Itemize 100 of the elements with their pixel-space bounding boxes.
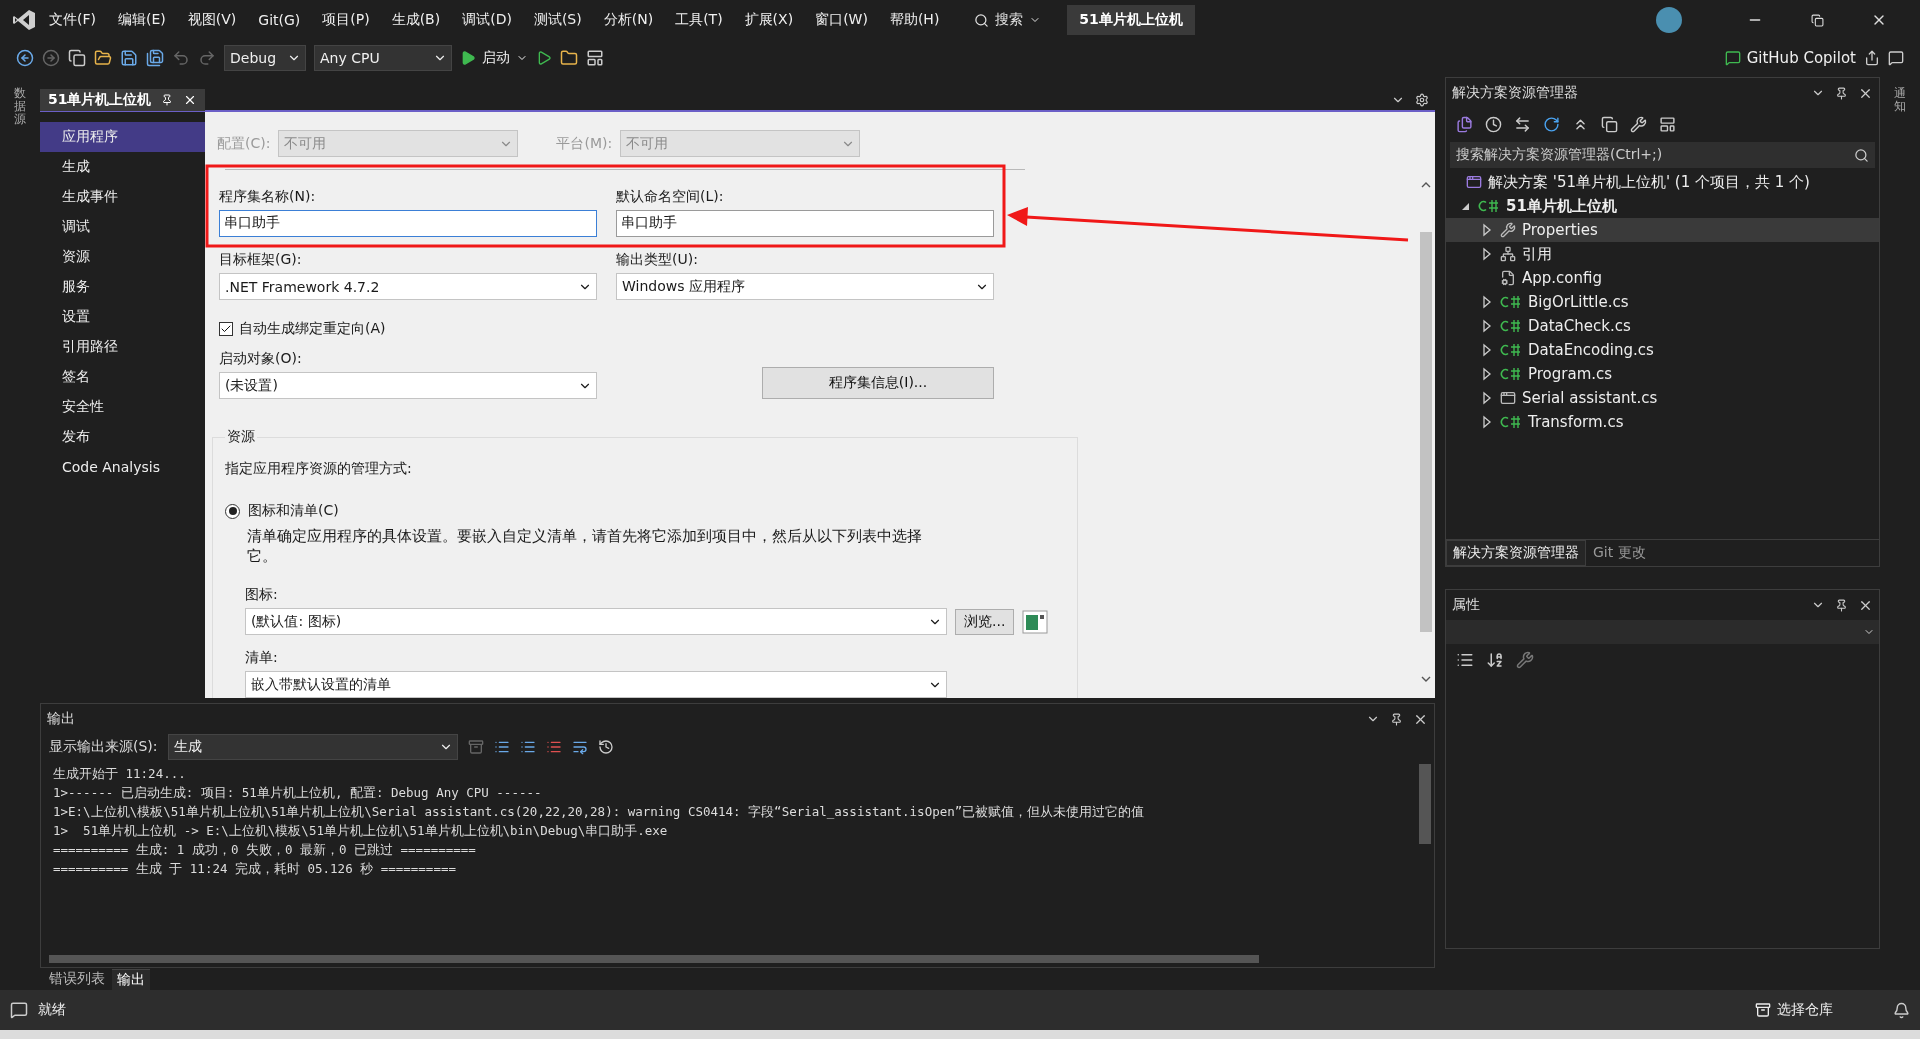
preview-icon[interactable] xyxy=(1659,115,1676,133)
output-type-dropdown[interactable]: Windows 应用程序 xyxy=(616,273,994,300)
panel-tab[interactable]: 错误列表 xyxy=(44,969,110,989)
back-icon[interactable] xyxy=(16,48,34,67)
start-button[interactable]: 启动 xyxy=(460,48,528,67)
nav-item[interactable]: 安全性 xyxy=(40,392,197,422)
bell-icon[interactable] xyxy=(1893,1001,1910,1019)
assembly-info-button[interactable]: 程序集信息(I)... xyxy=(762,367,994,399)
property-pages-icon[interactable] xyxy=(1516,651,1534,669)
pin-icon[interactable] xyxy=(161,94,174,106)
document-tab[interactable]: 51单片机上位机 xyxy=(40,89,206,111)
tree-item[interactable]: App.config xyxy=(1446,266,1879,290)
nav-item[interactable]: 生成事件 xyxy=(40,182,197,212)
tree-item[interactable]: DataCheck.cs xyxy=(1446,314,1879,338)
clock-icon[interactable] xyxy=(597,739,614,755)
menu-item[interactable]: 窗口(W) xyxy=(806,7,877,33)
nav-item[interactable]: 资源 xyxy=(40,242,197,272)
nav-item[interactable]: 设置 xyxy=(40,302,197,332)
sort-alphabetical-icon[interactable] xyxy=(1486,651,1504,669)
menu-item[interactable]: 文件(F) xyxy=(40,7,105,33)
checkbox[interactable] xyxy=(219,322,233,336)
switch-view-icon[interactable] xyxy=(1456,115,1473,133)
menu-item[interactable]: 扩展(X) xyxy=(735,7,803,33)
pin-icon[interactable] xyxy=(1835,86,1848,100)
open-folder-icon[interactable] xyxy=(94,48,112,67)
tree-item[interactable]: Transform.cs xyxy=(1446,410,1879,434)
tree-item[interactable]: 51单片机上位机 xyxy=(1446,194,1879,218)
pin-icon[interactable] xyxy=(1835,598,1848,612)
settings-icon[interactable] xyxy=(1415,93,1429,107)
search-button[interactable]: 搜索 xyxy=(966,7,1050,33)
panel-tab[interactable]: Git 更改 xyxy=(1586,540,1653,566)
menu-item[interactable]: 帮助(H) xyxy=(880,7,949,33)
new-item-icon[interactable] xyxy=(68,48,86,67)
panel-tab[interactable]: 输出 xyxy=(112,968,150,990)
copy-icon[interactable] xyxy=(1601,115,1618,133)
copilot-button[interactable]: GitHub Copilot xyxy=(1724,48,1856,67)
refresh-icon[interactable] xyxy=(1543,115,1560,133)
nav-item[interactable]: 签名 xyxy=(40,362,197,392)
tree-item[interactable]: DataEncoding.cs xyxy=(1446,338,1879,362)
side-tab[interactable]: 数据源 xyxy=(14,87,26,127)
forward-icon[interactable] xyxy=(42,48,60,67)
share-icon[interactable] xyxy=(1864,49,1880,66)
icon-dropdown[interactable]: (默认值: 图标) xyxy=(245,608,947,635)
tree-item[interactable]: Program.cs xyxy=(1446,362,1879,386)
pin-icon[interactable] xyxy=(1390,712,1403,726)
save-icon[interactable] xyxy=(120,48,138,67)
nav-item[interactable]: 调试 xyxy=(40,212,197,242)
previous-icon[interactable] xyxy=(493,739,510,755)
feedback-icon[interactable] xyxy=(1888,49,1904,66)
restore-icon[interactable] xyxy=(1810,13,1824,27)
panel-tab[interactable]: 解决方案资源管理器 xyxy=(1446,540,1586,566)
repository-button[interactable]: 选择仓库 xyxy=(1755,1001,1833,1019)
framework-dropdown[interactable]: .NET Framework 4.7.2 xyxy=(219,273,597,300)
menu-item[interactable]: 分析(N) xyxy=(594,7,663,33)
nav-item[interactable]: 生成 xyxy=(40,152,197,182)
tree-item[interactable]: BigOrLittle.cs xyxy=(1446,290,1879,314)
radio-button[interactable] xyxy=(225,503,240,519)
menu-item[interactable]: 视图(V) xyxy=(178,7,246,33)
tree-item[interactable]: Serial assistant.cs xyxy=(1446,386,1879,410)
tree-item[interactable]: 引用 xyxy=(1446,242,1879,266)
output-source-dropdown[interactable]: 生成 xyxy=(167,734,458,760)
platform-dropdown[interactable]: Any CPU xyxy=(314,44,452,71)
undo-icon[interactable] xyxy=(172,48,190,67)
startup-object-dropdown[interactable]: (未设置) xyxy=(219,372,597,399)
input-field[interactable]: 串口助手 xyxy=(616,210,994,237)
scroll-down-icon[interactable] xyxy=(1421,676,1431,682)
menu-item[interactable]: 调试(D) xyxy=(453,7,521,33)
nav-item[interactable]: 服务 xyxy=(40,272,197,302)
user-avatar[interactable] xyxy=(1656,7,1682,33)
manifest-dropdown[interactable]: 嵌入带默认设置的清单 xyxy=(245,671,947,698)
history-icon[interactable] xyxy=(1485,115,1502,133)
menu-item[interactable]: 编辑(E) xyxy=(109,7,175,33)
tree-item[interactable]: Properties xyxy=(1446,218,1879,242)
categorized-icon[interactable] xyxy=(1456,651,1474,669)
layout-icon[interactable] xyxy=(586,48,604,67)
menu-item[interactable]: 项目(P) xyxy=(313,7,379,33)
scroll-up-icon[interactable] xyxy=(1421,182,1431,188)
menu-item[interactable]: 工具(T) xyxy=(666,7,732,33)
browse-button[interactable]: 浏览... xyxy=(955,608,1015,635)
menu-item[interactable]: 生成(B) xyxy=(382,7,450,33)
save-all-icon[interactable] xyxy=(146,48,164,67)
nav-item[interactable]: 引用路径 xyxy=(40,332,197,362)
input-field[interactable]: 串口助手 xyxy=(219,210,597,237)
side-tab[interactable]: 通知 xyxy=(1894,87,1906,114)
nav-item[interactable]: 应用程序 xyxy=(40,122,205,152)
configuration-dropdown[interactable]: Debug xyxy=(224,44,306,71)
tree-item[interactable]: 解决方案 '51单片机上位机' (1 个项目，共 1 个) xyxy=(1446,170,1879,194)
search-field[interactable]: 搜索解决方案资源管理器(Ctrl+;) xyxy=(1450,142,1875,168)
wrench-icon[interactable] xyxy=(1630,115,1647,133)
menu-item[interactable]: Git(G) xyxy=(249,8,310,32)
folder-icon[interactable] xyxy=(560,48,578,67)
redo-icon[interactable] xyxy=(198,48,216,67)
sync-icon[interactable] xyxy=(1514,115,1531,133)
nav-item[interactable]: Code Analysis xyxy=(40,452,197,482)
clear-all-icon[interactable] xyxy=(545,739,562,755)
menu-item[interactable]: 测试(S) xyxy=(524,7,591,33)
next-icon[interactable] xyxy=(519,739,536,755)
word-wrap-icon[interactable] xyxy=(571,739,588,755)
clear-icon[interactable] xyxy=(467,739,484,755)
play-outline-icon[interactable] xyxy=(536,49,552,66)
